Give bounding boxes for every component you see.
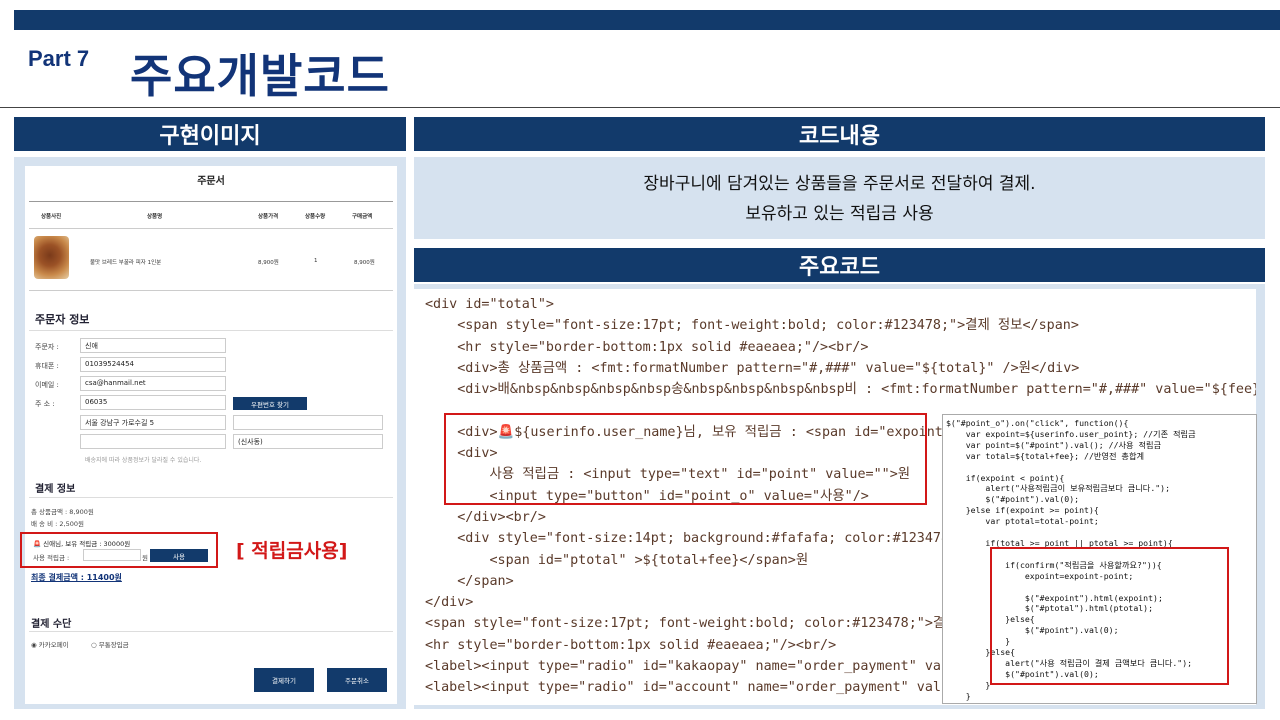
phone-label: 휴대폰 : bbox=[35, 362, 59, 370]
col-name: 상품명 bbox=[147, 214, 163, 220]
order-form-screenshot: 주문서 상품사진 상품명 상품가격 상품수량 구매금액 불맛 브레드 부꿀라 피… bbox=[25, 166, 397, 704]
page-title: 주요개발코드 bbox=[130, 49, 390, 103]
description-line-2: 보유하고 있는 적립금 사용 bbox=[745, 204, 934, 224]
col-photo: 상품사진 bbox=[41, 214, 62, 220]
method-divider bbox=[29, 631, 393, 632]
main-code-header: 주요코드 bbox=[414, 248, 1265, 282]
js-line: if(expoint < point){ bbox=[946, 472, 1065, 483]
js-line bbox=[946, 462, 1253, 473]
payment-section-title: 결제 정보 bbox=[35, 484, 76, 495]
top-bar bbox=[14, 10, 1280, 30]
table-bottom-line bbox=[29, 290, 393, 291]
js-line: }); bbox=[946, 702, 1253, 703]
js-line: $("#point").val(0); bbox=[946, 494, 1080, 505]
right-panel-header: 코드내용 bbox=[414, 117, 1265, 151]
order-form-title: 주문서 bbox=[197, 176, 225, 187]
product-name: 불맛 브레드 부꿀라 피자 1인분 bbox=[90, 260, 162, 266]
points-callout: [ 적립금사용] bbox=[236, 540, 348, 562]
account-radio[interactable]: ○ 무통장입금 bbox=[91, 639, 129, 649]
address3-input[interactable] bbox=[80, 434, 226, 449]
code-description: 장바구니에 담겨있는 상품들을 주문서로 전달하여 결제. 보유하고 있는 적립… bbox=[414, 157, 1265, 239]
code-line: <hr style="border-bottom:1px solid #eaea… bbox=[425, 339, 869, 355]
code-line: <span style="font-size:17pt; font-weight… bbox=[425, 318, 1079, 334]
final-amount: 최종 결제금액 : 11400원 bbox=[31, 573, 122, 582]
left-panel-header: 구현이미지 bbox=[14, 117, 406, 151]
zip-search-button[interactable]: 우편번호 찾기 bbox=[233, 397, 307, 410]
name-label: 주문자 : bbox=[35, 343, 59, 351]
kakao-radio[interactable]: ◉ 카카오페이 bbox=[31, 639, 69, 649]
js-line: var ptotal=total-point; bbox=[946, 516, 1099, 527]
product-qty: 1 bbox=[314, 258, 318, 264]
js-line bbox=[946, 527, 1253, 538]
kakao-label: 카카오페이 bbox=[38, 641, 69, 649]
address-extra-input[interactable]: (신사동) bbox=[233, 434, 383, 449]
email-label: 이메일 : bbox=[35, 381, 59, 389]
code-line: <div>총 상품금액 : <fmt:formatNumber pattern=… bbox=[425, 360, 1080, 376]
part-label: Part 7 bbox=[28, 46, 90, 71]
js-line: var expoint=${userinfo.user_point}; //기존… bbox=[946, 428, 1196, 439]
address-note: 배송지에 따라 상품정보가 달라질 수 있습니다. bbox=[85, 457, 202, 464]
js-line: } bbox=[946, 690, 971, 701]
col-qty: 상품수량 bbox=[305, 214, 326, 220]
product-price: 8,900원 bbox=[258, 260, 279, 266]
fee-line: 배 송 비 : 2,500원 bbox=[31, 520, 84, 528]
js-line: alert("사용적립금이 보유적립금보다 큽니다."); bbox=[946, 483, 1171, 494]
address1-input[interactable]: 서울 강남구 가로수길 5 bbox=[80, 415, 226, 430]
title-divider bbox=[0, 107, 1280, 108]
method-section-title: 결제 수단 bbox=[31, 619, 72, 630]
table-top-line bbox=[29, 201, 393, 202]
col-price: 상품가격 bbox=[258, 214, 279, 220]
js-line: var total=${total+fee}; //반영전 총합계 bbox=[946, 450, 1145, 461]
code-line: <div id="total"> bbox=[425, 297, 554, 312]
name-input[interactable]: 신애 bbox=[80, 338, 226, 353]
email-input[interactable]: csa@hanmail.net bbox=[80, 376, 226, 391]
address-label: 주 소 : bbox=[35, 400, 55, 408]
zip-input[interactable]: 06035 bbox=[80, 395, 226, 410]
js-highlight-box bbox=[990, 547, 1229, 685]
product-total: 8,900원 bbox=[354, 260, 375, 266]
js-line: var point=$("#point").val(); //사용 적립금 bbox=[946, 439, 1162, 450]
col-total: 구매금액 bbox=[352, 214, 373, 220]
orderer-divider bbox=[29, 330, 393, 331]
account-label: 무통장입금 bbox=[98, 641, 129, 649]
address2-input[interactable] bbox=[233, 415, 383, 430]
product-image bbox=[34, 236, 69, 279]
code-line: <div>배&nbsp&nbsp&nbsp&nbsp송&nbsp&nbsp&nb… bbox=[425, 382, 1256, 398]
points-highlight-box bbox=[20, 532, 218, 568]
js-line: }else if(expoint >= point){ bbox=[946, 505, 1099, 516]
payment-divider bbox=[29, 497, 393, 498]
pay-button[interactable]: 결제하기 bbox=[254, 668, 314, 692]
table-header-line bbox=[29, 228, 393, 229]
orderer-section-title: 주문자 정보 bbox=[35, 313, 90, 326]
code-highlight-box bbox=[444, 413, 927, 505]
cancel-order-button[interactable]: 주문취소 bbox=[327, 668, 387, 692]
description-line-1: 장바구니에 담겨있는 상품들을 주문서로 전달하여 결제. bbox=[643, 174, 1036, 194]
total-amount-line: 총 상품금액 : 8,900원 bbox=[31, 508, 94, 516]
js-line: $("#point_o").on("click", function(){ bbox=[946, 418, 1129, 428]
phone-input[interactable]: 01039524454 bbox=[80, 357, 226, 372]
